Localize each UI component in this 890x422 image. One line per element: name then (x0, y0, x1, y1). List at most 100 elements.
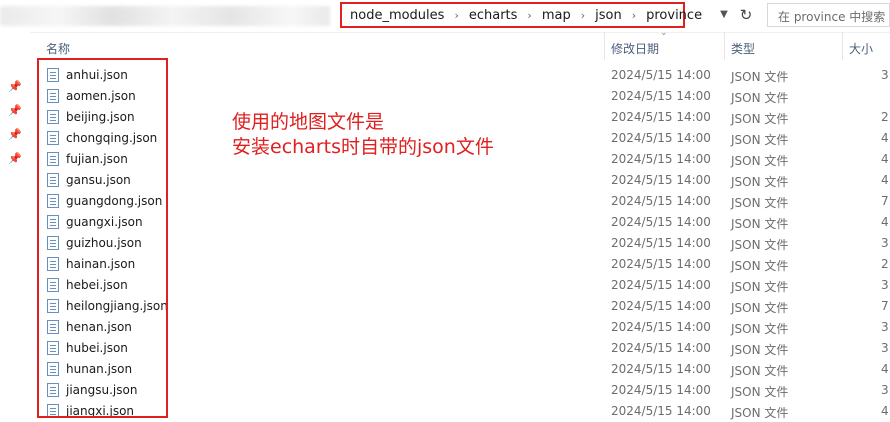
file-size: 3 (881, 68, 889, 82)
file-name[interactable]: jiangxi.json (66, 404, 134, 418)
column-header-type[interactable]: 类型 (731, 40, 755, 57)
file-name[interactable]: guangxi.json (66, 215, 143, 229)
table-row[interactable]: aomen.json 2024/5/15 14:00 JSON 文件 (30, 86, 890, 107)
file-type: JSON 文件 (731, 322, 789, 336)
breadcrumb-map[interactable]: map (540, 8, 573, 23)
file-size: 7 (881, 194, 889, 208)
file-size: 3 (881, 236, 889, 250)
breadcrumb-node-modules[interactable]: node_modules (348, 8, 446, 23)
file-type: JSON 文件 (731, 343, 789, 357)
breadcrumb-separator-icon: › (580, 8, 586, 22)
file-type: JSON 文件 (731, 280, 789, 294)
file-name[interactable]: heilongjiang.json (66, 299, 168, 313)
refresh-icon[interactable]: ↻ (736, 5, 756, 25)
json-file-icon (47, 110, 59, 124)
table-row[interactable]: heilongjiang.json 2024/5/15 14:00 JSON 文件 7 (30, 296, 890, 317)
breadcrumb-echarts[interactable]: echarts (467, 8, 520, 23)
file-type: JSON 文件 (731, 217, 789, 231)
file-type: JSON 文件 (731, 91, 789, 105)
file-type: JSON 文件 (731, 259, 789, 273)
json-file-icon (47, 194, 59, 208)
file-modified-date: 2024/5/15 14:00 (611, 320, 711, 334)
breadcrumb-json[interactable]: json (593, 8, 624, 23)
file-modified-date: 2024/5/15 14:00 (611, 236, 711, 250)
table-row[interactable]: henan.json 2024/5/15 14:00 JSON 文件 3 (30, 317, 890, 338)
file-type: JSON 文件 (731, 406, 789, 420)
file-modified-date: 2024/5/15 14:00 (611, 257, 711, 271)
file-size: 7 (881, 299, 889, 313)
file-size: 3 (881, 383, 889, 397)
file-type: JSON 文件 (731, 112, 789, 126)
search-input[interactable]: 在 province 中搜索 (767, 3, 890, 27)
column-divider[interactable] (842, 32, 843, 60)
annotation-line-1: 使用的地图文件是 (232, 111, 385, 133)
column-header: 名称 ⌄ 修改日期 类型 大小 (30, 28, 890, 60)
breadcrumb-separator-icon: › (631, 8, 637, 22)
breadcrumb-province[interactable]: province (644, 8, 704, 23)
file-name[interactable]: chongqing.json (66, 131, 157, 145)
file-name[interactable]: guangdong.json (66, 194, 162, 208)
file-type: JSON 文件 (731, 133, 789, 147)
file-name[interactable]: beijing.json (66, 110, 135, 124)
table-row[interactable]: guangxi.json 2024/5/15 14:00 JSON 文件 4 (30, 212, 890, 233)
breadcrumb-separator-icon: › (454, 8, 459, 22)
table-row[interactable]: guangdong.json 2024/5/15 14:00 JSON 文件 7 (30, 191, 890, 212)
json-file-icon (47, 152, 59, 166)
file-size: 4 (881, 362, 889, 376)
pin-icon[interactable]: 📌 (8, 152, 22, 166)
file-modified-date: 2024/5/15 14:00 (611, 299, 711, 313)
file-size: 4 (881, 152, 889, 166)
table-row[interactable]: hainan.json 2024/5/15 14:00 JSON 文件 2 (30, 254, 890, 275)
file-type: JSON 文件 (731, 196, 789, 210)
file-name[interactable]: hubei.json (66, 341, 128, 355)
column-header-date[interactable]: 修改日期 (611, 40, 659, 57)
file-name[interactable]: aomen.json (66, 89, 136, 103)
chevron-down-icon[interactable]: ▼ (716, 6, 732, 24)
file-modified-date: 2024/5/15 14:00 (611, 215, 711, 229)
json-file-icon (47, 320, 59, 334)
file-name[interactable]: hebei.json (66, 278, 128, 292)
file-name[interactable]: guizhou.json (66, 236, 142, 250)
file-name[interactable]: fujian.json (66, 152, 128, 166)
json-file-icon (47, 278, 59, 292)
annotation-line-2: 安装echarts时自带的json文件 (232, 136, 494, 158)
file-modified-date: 2024/5/15 14:00 (611, 131, 711, 145)
json-file-icon (47, 299, 59, 313)
column-header-size[interactable]: 大小 (849, 40, 873, 57)
table-row[interactable]: anhui.json 2024/5/15 14:00 JSON 文件 3 (30, 65, 890, 86)
breadcrumb-separator-icon: › (527, 8, 532, 22)
breadcrumb[interactable]: node_modules › echarts › map › json › pr… (340, 2, 702, 28)
table-row[interactable]: jiangxi.json 2024/5/15 14:00 JSON 文件 4 (30, 401, 890, 422)
file-name[interactable]: henan.json (66, 320, 132, 334)
table-row[interactable]: guizhou.json 2024/5/15 14:00 JSON 文件 3 (30, 233, 890, 254)
file-type: JSON 文件 (731, 301, 789, 315)
file-name[interactable]: anhui.json (66, 68, 128, 82)
file-size: 2 (881, 257, 889, 271)
column-divider[interactable] (724, 32, 725, 60)
file-name[interactable]: hunan.json (66, 362, 132, 376)
sort-caret-icon: ⌄ (660, 28, 668, 38)
json-file-icon (47, 341, 59, 355)
file-name[interactable]: hainan.json (66, 257, 135, 271)
column-header-name[interactable]: 名称 (46, 40, 70, 57)
pin-icon[interactable]: 📌 (8, 80, 22, 94)
quick-access-pane: 📌 📌 📌 📌 (0, 32, 30, 418)
column-divider[interactable] (604, 32, 605, 60)
table-row[interactable]: gansu.json 2024/5/15 14:00 JSON 文件 4 (30, 170, 890, 191)
table-row[interactable]: jiangsu.json 2024/5/15 14:00 JSON 文件 3 (30, 380, 890, 401)
pin-icon[interactable]: 📌 (8, 128, 22, 142)
table-row[interactable]: hebei.json 2024/5/15 14:00 JSON 文件 3 (30, 275, 890, 296)
address-bar: node_modules › echarts › map › json › pr… (0, 0, 890, 33)
file-size: 4 (881, 404, 889, 418)
file-modified-date: 2024/5/15 14:00 (611, 152, 711, 166)
table-row[interactable]: hubei.json 2024/5/15 14:00 JSON 文件 3 (30, 338, 890, 359)
json-file-icon (47, 362, 59, 376)
file-name[interactable]: gansu.json (66, 173, 131, 187)
file-size: 4 (881, 131, 889, 145)
table-row[interactable]: hunan.json 2024/5/15 14:00 JSON 文件 4 (30, 359, 890, 380)
file-size: 3 (881, 320, 889, 334)
json-file-icon (47, 404, 59, 418)
file-modified-date: 2024/5/15 14:00 (611, 68, 711, 82)
pin-icon[interactable]: 📌 (8, 104, 22, 118)
file-name[interactable]: jiangsu.json (66, 383, 137, 397)
